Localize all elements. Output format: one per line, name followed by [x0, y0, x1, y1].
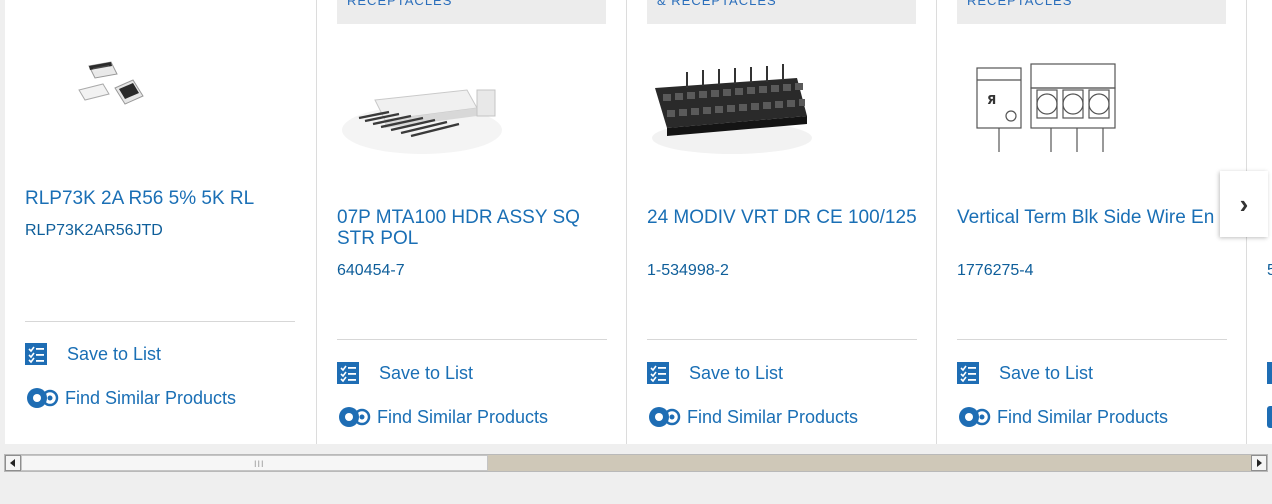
gears-icon [339, 407, 371, 427]
product-title-link[interactable]: RLP73K 2A R56 5% 5K RL [25, 188, 300, 209]
carousel-next-button[interactable]: › [1220, 171, 1268, 237]
product-carousel: RLP73K 2A R56 5% 5K RL RLP73K2AR56JTD Sa… [5, 0, 1272, 444]
find-similar-products-button[interactable]: Find Similar Products [647, 406, 858, 428]
gears-icon [27, 388, 59, 408]
product-image[interactable] [337, 78, 507, 160]
divider [957, 339, 1227, 340]
save-to-list-label: Save to List [689, 362, 784, 383]
gears-icon [959, 407, 991, 427]
product-card: RECEPTACLES 07P MTA100 HDR ASSY SQ STR P… [316, 0, 627, 444]
category-label: RECEPTACLES [967, 0, 1073, 8]
product-card: & RECEPTACLES 24 MODIV VRT DR CE 100/125… [626, 0, 937, 444]
scroll-left-button[interactable] [5, 455, 21, 471]
product-title-link[interactable]: Vertical Term Blk Side Wire En [957, 207, 1232, 228]
scrollbar-track[interactable] [488, 455, 1251, 471]
part-number[interactable]: 1776275-4 [957, 262, 1034, 280]
category-label: & RECEPTACLES [657, 0, 777, 8]
category-banner: RECEPTACLES [957, 0, 1226, 24]
product-title-link[interactable]: 24 MODIV VRT DR CE 100/125 [647, 207, 922, 228]
part-number[interactable]: 5 [1267, 262, 1272, 280]
part-number[interactable]: 1-534998-2 [647, 262, 729, 280]
scroll-right-button[interactable] [1251, 455, 1267, 471]
find-similar-label: Find Similar Products [377, 406, 549, 427]
save-to-list-label: Save to List [999, 362, 1094, 383]
scroll-grip: III [254, 459, 265, 469]
save-to-list-button[interactable]: Save to List [957, 362, 1093, 384]
chevron-right-icon: › [1239, 188, 1249, 219]
save-to-list-button[interactable]: Save to List [337, 362, 473, 384]
category-label: RECEPTACLES [347, 0, 453, 8]
horizontal-scrollbar[interactable]: III [4, 454, 1268, 472]
category-banner: & RECEPTACLES [647, 0, 916, 24]
find-similar-products-button[interactable]: Find Similar Products [957, 406, 1168, 428]
category-banner: RECEPTACLES [337, 0, 606, 24]
save-to-list-button[interactable]: Save to List [647, 362, 783, 384]
arrow-left-icon [10, 459, 15, 467]
checklist-icon[interactable] [1267, 362, 1272, 384]
arrow-right-icon [1257, 459, 1262, 467]
gears-icon [649, 407, 681, 427]
checklist-icon [957, 362, 979, 384]
scrollbar-thumb[interactable]: III [21, 455, 488, 471]
save-to-list-label: Save to List [379, 362, 474, 383]
divider [337, 339, 607, 340]
save-to-list-button[interactable]: Save to List [25, 343, 161, 365]
find-similar-label: Find Similar Products [65, 387, 237, 408]
save-to-list-label: Save to List [67, 343, 162, 364]
find-similar-label: Find Similar Products [687, 406, 859, 427]
checklist-icon [25, 343, 47, 365]
gears-icon[interactable] [1267, 406, 1272, 428]
product-title-link[interactable]: 07P MTA100 HDR ASSY SQ STR POL [337, 207, 612, 249]
product-image[interactable] [75, 58, 165, 116]
product-image[interactable] [647, 58, 817, 158]
product-image[interactable]: Я [973, 60, 1123, 160]
divider [25, 321, 295, 322]
product-card: RECEPTACLES Я Vertical Term Blk Side Wir… [936, 0, 1247, 444]
divider [647, 339, 917, 340]
checklist-icon [647, 362, 669, 384]
svg-text:Я: Я [987, 93, 996, 107]
find-similar-products-button[interactable]: Find Similar Products [337, 406, 548, 428]
part-number[interactable]: 640454-7 [337, 262, 405, 280]
find-similar-label: Find Similar Products [997, 406, 1169, 427]
checklist-icon [337, 362, 359, 384]
part-number[interactable]: RLP73K2AR56JTD [25, 222, 163, 240]
product-card: RLP73K 2A R56 5% 5K RL RLP73K2AR56JTD Sa… [5, 0, 316, 444]
find-similar-products-button[interactable]: Find Similar Products [25, 387, 236, 409]
